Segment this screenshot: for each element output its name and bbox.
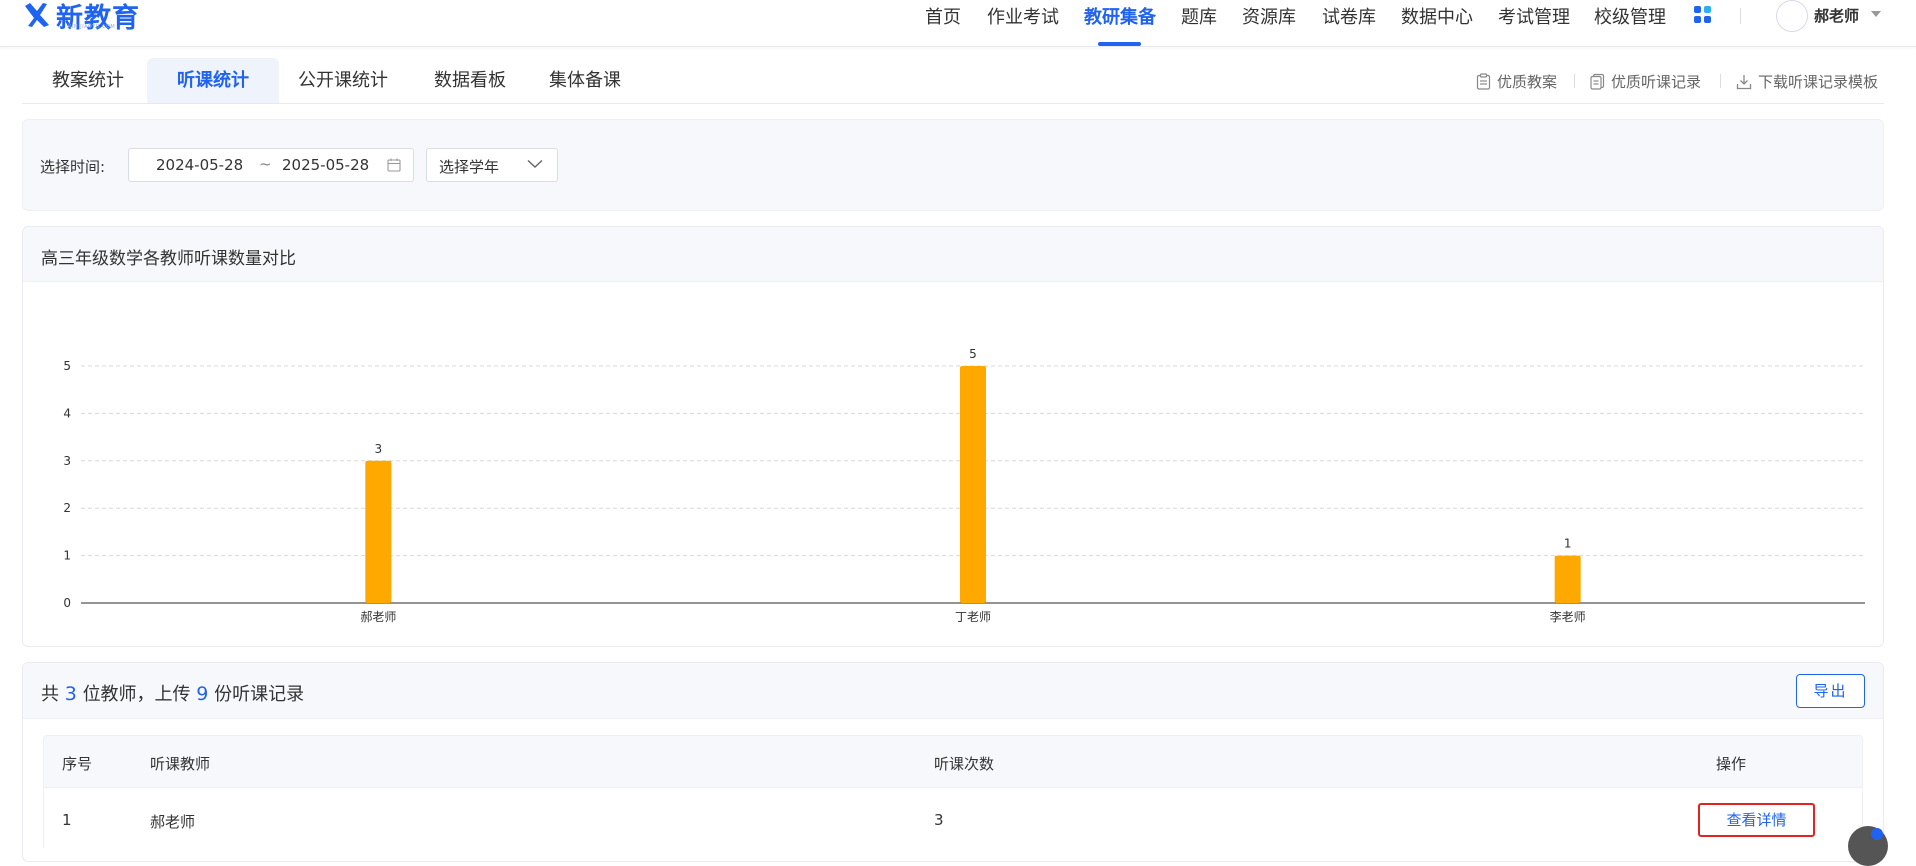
x-tick-label: 郝老师	[360, 610, 396, 624]
bar-data-label: 3	[375, 442, 383, 456]
date-separator: ~	[259, 155, 272, 173]
row-index: 1	[62, 811, 72, 829]
quality-lesson-plans-link[interactable]: 优质教案	[1476, 71, 1557, 92]
nav-item-homework-exam[interactable]: 作业考试	[987, 3, 1059, 29]
records-icon	[1590, 73, 1605, 90]
tab-lesson-plan-stats[interactable]: 教案统计	[22, 58, 154, 104]
chart-header: 高三年级数学各教师听课数量对比	[23, 227, 1883, 282]
tab-lesson-observation-stats[interactable]: 听课统计	[147, 58, 279, 104]
logo-icon	[25, 3, 49, 27]
column-header-index: 序号	[62, 755, 93, 773]
bar-data-label: 5	[969, 347, 977, 361]
x-tick-label: 李老师	[1550, 609, 1586, 624]
nav-item-teaching-research[interactable]: 教研集备	[1084, 3, 1156, 29]
nav-active-indicator	[1098, 42, 1141, 46]
link-separator	[1720, 74, 1721, 88]
clipboard-icon	[1476, 73, 1491, 90]
view-details-button[interactable]: 查看详情	[1698, 803, 1815, 837]
row-count: 3	[934, 811, 944, 829]
download-icon	[1736, 74, 1752, 89]
summary-suffix: 份听课记录	[214, 684, 305, 705]
chart-panel: 高三年级数学各教师听课数量对比 0 1 2 3 4 5 3 郝老师 5 丁老师 1 李老师	[22, 226, 1884, 647]
nav-item-data-center[interactable]: 数据中心	[1401, 3, 1473, 29]
summary-prefix: 共	[41, 684, 59, 705]
y-tick-label: 3	[63, 454, 71, 468]
school-year-select[interactable]: 选择学年	[426, 148, 558, 182]
time-filter-label: 选择时间:	[40, 158, 106, 176]
nav-item-resources[interactable]: 资源库	[1242, 3, 1296, 29]
y-tick-label: 0	[63, 596, 71, 610]
nav-item-question-bank[interactable]: 题库	[1181, 3, 1217, 29]
caret-down-icon[interactable]	[1871, 11, 1881, 17]
summary-panel: 共 3 位教师，上传 9 份听课记录 导出 序号 听课教师 听课次数 操作 1 …	[22, 662, 1884, 862]
quality-observation-records-link[interactable]: 优质听课记录	[1590, 71, 1701, 92]
table-header: 序号 听课教师 听课次数 操作	[43, 735, 1863, 788]
column-header-count: 听课次数	[934, 755, 995, 773]
teacher-count: 3	[64, 683, 77, 705]
top-nav-bar: 新教育 XIN JIAOYU.COM 首页 作业考试 教研集备 题库 资源库 试…	[0, 0, 1916, 47]
bar-data-label: 1	[1564, 537, 1572, 551]
brand-subtitle: XIN JIAOYU.COM	[68, 24, 116, 30]
summary-text: 共 3 位教师，上传 9 份听课记录	[41, 680, 304, 706]
date-end-value[interactable]: 2025-05-28	[282, 156, 369, 174]
notification-badge	[1871, 828, 1883, 840]
y-tick-label: 4	[63, 406, 71, 420]
date-range-picker[interactable]: 2024-05-28 ~ 2025-05-28	[128, 148, 414, 182]
quality-observation-records-label: 优质听课记录	[1611, 73, 1702, 91]
column-header-teacher: 听课教师	[150, 755, 211, 773]
summary-header: 共 3 位教师，上传 9 份听课记录 导出	[23, 663, 1883, 719]
download-template-link[interactable]: 下载听课记录模板	[1736, 71, 1878, 92]
tab-divider-line	[22, 103, 1884, 104]
nav-item-exam-management[interactable]: 考试管理	[1498, 3, 1570, 29]
tab-collective-prep[interactable]: 集体备课	[519, 58, 651, 104]
bar-chart: 0 1 2 3 4 5 3 郝老师 5 丁老师 1 李老师	[63, 347, 1865, 624]
link-separator	[1574, 74, 1575, 88]
date-start-value[interactable]: 2024-05-28	[156, 156, 243, 174]
y-tick-label: 5	[63, 359, 71, 373]
tab-data-dashboard[interactable]: 数据看板	[404, 58, 536, 104]
download-template-label: 下载听课记录模板	[1758, 73, 1879, 91]
bar	[365, 460, 392, 603]
quality-lesson-plans-label: 优质教案	[1497, 73, 1558, 91]
record-count: 9	[196, 683, 209, 705]
apps-grid-icon[interactable]	[1694, 6, 1712, 24]
nav-divider	[1740, 8, 1741, 24]
chart-title: 高三年级数学各教师听课数量对比	[41, 249, 296, 269]
y-tick-label: 1	[63, 549, 71, 563]
nav-item-paper-bank[interactable]: 试卷库	[1322, 3, 1376, 29]
table-row: 1 郝老师 3 查看详情	[43, 788, 1863, 848]
tab-open-class-stats[interactable]: 公开课统计	[272, 58, 414, 104]
nav-item-home[interactable]: 首页	[925, 3, 961, 29]
export-button[interactable]: 导出	[1796, 674, 1865, 708]
school-year-placeholder: 选择学年	[439, 158, 500, 176]
bar	[960, 366, 986, 603]
row-teacher: 郝老师	[150, 813, 196, 831]
bar	[1554, 555, 1581, 603]
nav-item-school-management[interactable]: 校级管理	[1594, 3, 1666, 29]
calendar-icon[interactable]	[387, 158, 401, 172]
y-tick-label: 2	[63, 501, 71, 515]
column-header-action: 操作	[1716, 755, 1747, 773]
user-name[interactable]: 郝老师	[1814, 5, 1859, 26]
x-tick-label: 丁老师	[955, 610, 991, 624]
avatar[interactable]	[1776, 0, 1808, 32]
chevron-down-icon	[527, 159, 543, 168]
summary-mid: 位教师，上传	[82, 684, 191, 705]
